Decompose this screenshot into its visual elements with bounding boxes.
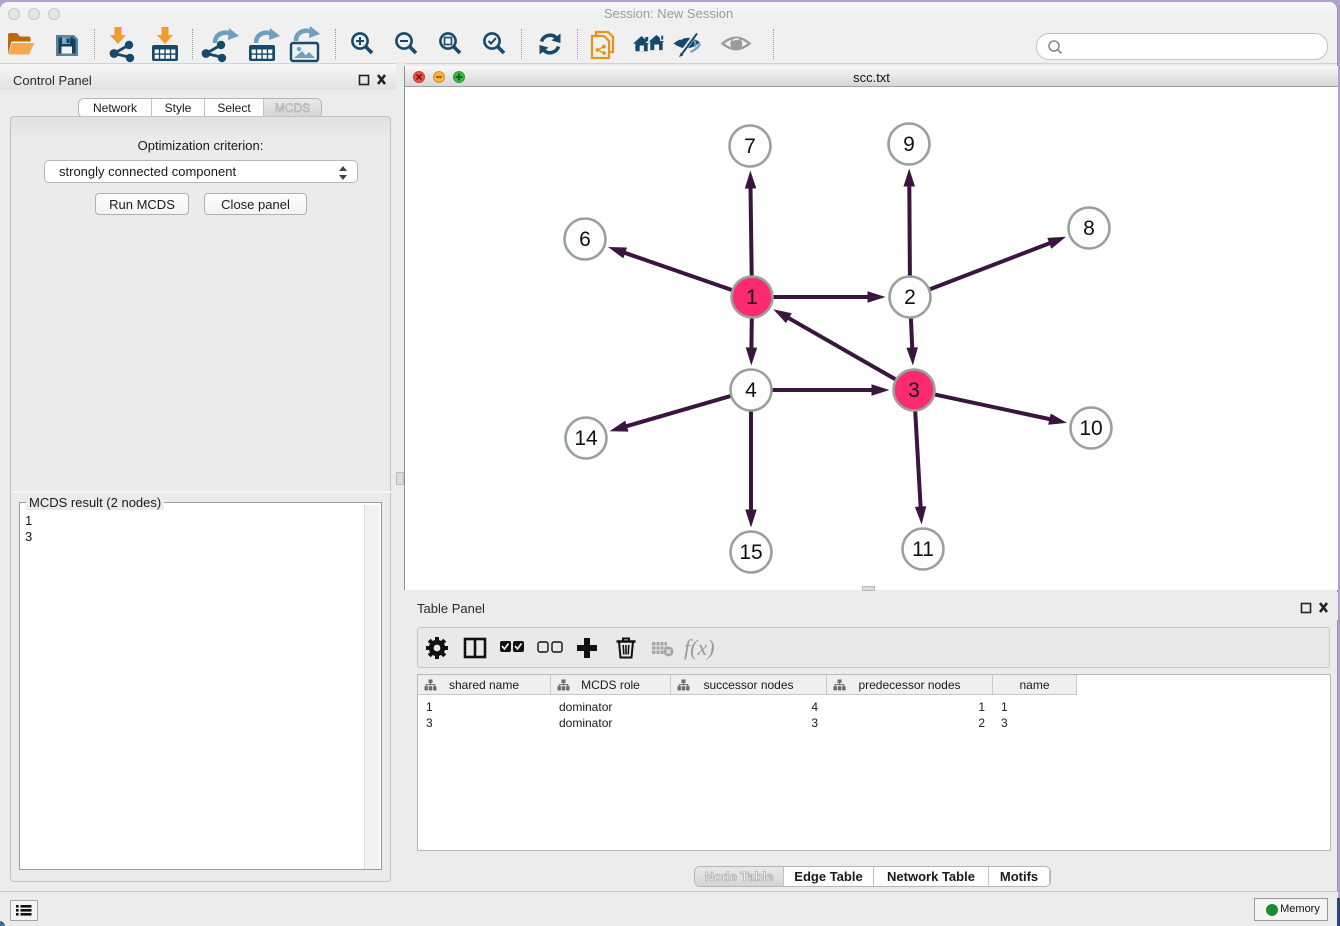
svg-text:8: 8 — [1083, 217, 1095, 240]
svg-text:15: 15 — [739, 541, 762, 564]
svg-text:14: 14 — [574, 427, 598, 450]
svg-text:4: 4 — [745, 379, 757, 402]
svg-text:1: 1 — [746, 286, 758, 309]
svg-text:3: 3 — [908, 379, 920, 402]
svg-text:11: 11 — [912, 538, 934, 561]
svg-text:2: 2 — [904, 286, 916, 309]
svg-text:6: 6 — [579, 228, 591, 251]
svg-text:10: 10 — [1079, 417, 1102, 440]
svg-text:f(x): f(x) — [684, 635, 715, 660]
svg-text:7: 7 — [744, 135, 756, 158]
svg-text:9: 9 — [903, 133, 915, 156]
